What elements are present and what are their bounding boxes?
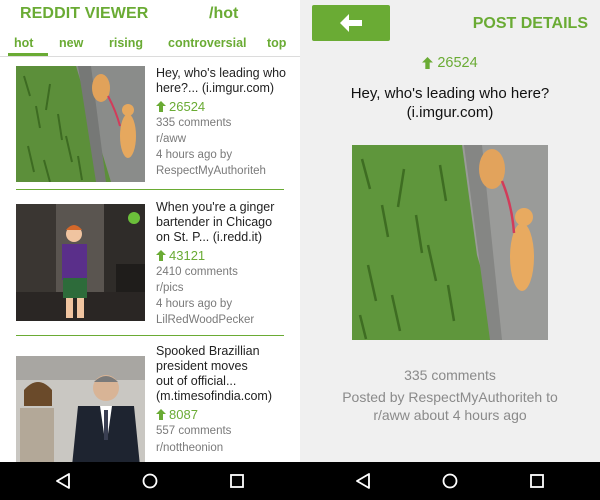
post-score: 43121 — [156, 247, 292, 264]
post-score: 8087 — [156, 406, 292, 423]
post-title[interactable]: Spooked Brazillian president moves out o… — [156, 344, 292, 404]
post-thumbnail-cat[interactable] — [16, 66, 145, 182]
item-divider — [16, 189, 284, 190]
post-subreddit: r/aww — [156, 133, 187, 145]
upvote-arrow-icon — [156, 409, 166, 420]
nav-recents-icon[interactable] — [226, 470, 248, 492]
upvote-arrow-icon — [156, 250, 166, 261]
tab-top[interactable]: top — [267, 36, 286, 50]
post-time: 4 hours ago by — [156, 298, 233, 310]
post-time: 4 hours ago by — [156, 149, 233, 161]
list-item[interactable]: Hey, who's leading who here?... (i.imgur… — [0, 60, 300, 192]
post-info: Spooked Brazillian president moves out o… — [156, 344, 292, 456]
list-item[interactable]: Spooked Brazillian president moves out o… — [0, 336, 300, 462]
post-thumbnail-politicians[interactable] — [16, 356, 145, 462]
current-listing: /hot — [209, 5, 239, 22]
upvote-arrow-icon — [156, 101, 166, 112]
tab-rising[interactable]: rising — [109, 36, 143, 50]
post-info: When you're a ginger bartender in Chicag… — [156, 200, 292, 328]
post-score: 26524 — [156, 98, 292, 115]
post-author: LilRedWoodPecker — [156, 314, 255, 326]
nav-recents-icon[interactable] — [526, 470, 548, 492]
post-comments: 2410 comments — [156, 266, 238, 278]
back-button[interactable] — [312, 5, 390, 41]
post-subreddit: r/pics — [156, 282, 184, 294]
nav-back-icon[interactable] — [352, 470, 374, 492]
tabs-divider — [0, 56, 300, 57]
arrow-left-icon — [340, 14, 362, 32]
detail-posted-by: Posted by RespectMyAuthoriteh to r/aww a… — [342, 389, 558, 423]
detail-post-title: Hey, who's leading who here? (i.imgur.co… — [350, 85, 550, 121]
nav-home-icon[interactable] — [439, 470, 461, 492]
system-navbar — [0, 462, 600, 500]
post-details-screen: POST DETAILS 26524 Hey, who's leading wh… — [300, 0, 600, 462]
post-thumbnail-bartender[interactable] — [16, 204, 145, 321]
tab-hot[interactable]: hot — [14, 36, 33, 50]
post-list-screen: REDDIT VIEWER /hot hot new rising contro… — [0, 0, 300, 462]
details-title: POST DETAILS — [472, 15, 588, 32]
app-title: REDDIT VIEWER — [20, 5, 149, 22]
detail-post-image[interactable] — [352, 145, 548, 340]
post-comments: 335 comments — [156, 117, 232, 129]
post-title[interactable]: When you're a ginger bartender in Chicag… — [156, 200, 292, 245]
post-list[interactable]: Hey, who's leading who here?... (i.imgur… — [0, 60, 300, 462]
tab-new[interactable]: new — [59, 36, 83, 50]
post-subreddit: r/nottheonion — [156, 441, 224, 454]
tab-controversial[interactable]: controversial — [168, 36, 247, 50]
detail-score: 26524 — [300, 55, 600, 71]
post-author: RespectMyAuthoriteh — [156, 165, 266, 177]
upvote-arrow-icon — [422, 57, 434, 69]
post-info: Hey, who's leading who here?... (i.imgur… — [156, 66, 292, 179]
detail-comments: 335 comments — [404, 367, 496, 383]
app-bar: REDDIT VIEWER /hot — [0, 0, 300, 30]
nav-home-icon[interactable] — [139, 470, 161, 492]
nav-back-icon[interactable] — [52, 470, 74, 492]
post-title[interactable]: Hey, who's leading who here?... (i.imgur… — [156, 66, 292, 96]
post-comments: 557 comments — [156, 425, 232, 437]
list-item[interactable]: When you're a ginger bartender in Chicag… — [0, 192, 300, 336]
